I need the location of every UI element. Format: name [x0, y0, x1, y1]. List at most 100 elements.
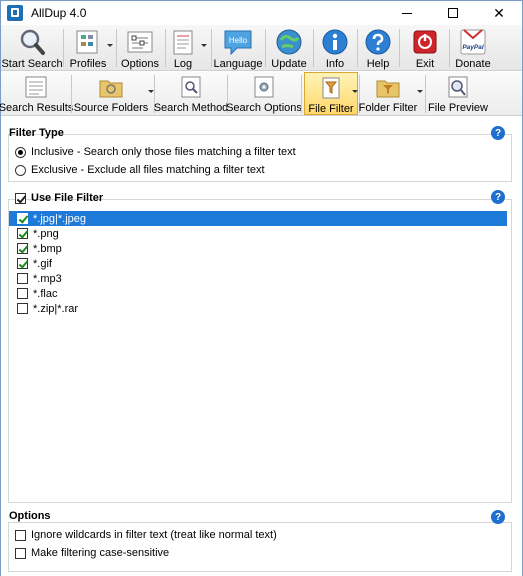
exclusive-radio[interactable]: [15, 164, 26, 176]
case-sensitive-label: Make filtering case-sensitive: [31, 547, 170, 559]
search-options-button[interactable]: Search Options: [226, 72, 302, 115]
filter-type-help-icon[interactable]: ?: [491, 126, 505, 140]
file-filter-icon: [318, 76, 344, 100]
log-dropdown-icon[interactable]: [201, 44, 207, 47]
exit-button[interactable]: Exit: [403, 25, 447, 71]
filter-item-label: *.mp3: [33, 272, 62, 285]
maximize-button[interactable]: [430, 1, 476, 25]
file-filter-panel: Filter Type ? Inclusive - Search only th…: [1, 117, 522, 576]
filter-item[interactable]: *.mp3: [9, 271, 507, 286]
update-button[interactable]: Update: [267, 25, 311, 71]
exclusive-radio-option[interactable]: Exclusive - Exclude all files matching a…: [15, 164, 265, 176]
filter-item-label: *.png: [33, 227, 59, 240]
profiles-button[interactable]: Profiles: [65, 25, 111, 71]
start-search-button[interactable]: Start Search: [1, 25, 63, 71]
close-button[interactable]: ✕: [476, 1, 522, 25]
inclusive-radio[interactable]: [15, 146, 26, 158]
search-results-button[interactable]: Search Results: [0, 72, 73, 115]
filter-item-label: *.gif: [33, 257, 52, 270]
title-bar: AllDup 4.0 ✕: [1, 1, 522, 25]
ignore-wildcards-label: Ignore wildcards in filter text (treat l…: [31, 529, 277, 541]
filter-item-checkbox[interactable]: [17, 273, 28, 284]
update-label: Update: [271, 58, 307, 70]
toolbar-divider: [425, 75, 426, 113]
inclusive-radio-option[interactable]: Inclusive - Search only those files matc…: [15, 146, 296, 158]
log-icon: [168, 28, 198, 56]
toolbar-divider: [301, 75, 302, 113]
filter-list: *.jpg|*.jpeg *.png *.bmp *.gif *.mp3 *.f…: [9, 211, 507, 316]
help-button[interactable]: Help: [359, 25, 397, 71]
toolbar-divider: [71, 75, 72, 113]
search-results-icon: [23, 75, 49, 99]
log-button[interactable]: Log: [167, 25, 199, 71]
options-button[interactable]: Options: [118, 25, 162, 71]
filter-type-title: Filter Type: [9, 127, 64, 139]
filter-item-checkbox[interactable]: [17, 303, 28, 314]
magnifier-icon: [17, 28, 47, 56]
toolbar-divider: [357, 29, 358, 67]
use-file-filter-label: Use File Filter: [31, 192, 104, 204]
main-toolbar: Start Search Profiles Options Log Hello …: [1, 25, 522, 71]
exit-label: Exit: [415, 58, 435, 70]
ignore-wildcards-checkbox[interactable]: [15, 529, 26, 541]
toolbar-divider: [211, 29, 212, 67]
file-filter-dropdown-icon[interactable]: [352, 90, 358, 93]
filter-item-checkbox[interactable]: [17, 228, 28, 239]
language-button[interactable]: Hello Language: [213, 25, 263, 71]
ignore-wildcards-option[interactable]: Ignore wildcards in filter text (treat l…: [15, 529, 277, 541]
file-filter-label: File Filter: [308, 103, 354, 115]
minimize-icon: [402, 12, 412, 14]
search-method-icon: [178, 75, 204, 99]
profiles-dropdown-icon[interactable]: [107, 44, 113, 47]
info-label: Info: [325, 58, 345, 70]
filter-item[interactable]: *.bmp: [9, 241, 507, 256]
toolbar-divider: [265, 29, 266, 67]
filter-item-checkbox[interactable]: [17, 213, 28, 224]
source-folders-button[interactable]: Source Folders: [73, 72, 149, 115]
filter-item-checkbox[interactable]: [17, 288, 28, 299]
help-label: Help: [366, 58, 390, 70]
file-filter-button[interactable]: File Filter: [304, 72, 358, 115]
info-icon: [320, 28, 350, 56]
file-preview-icon: [445, 75, 471, 99]
use-file-filter-option[interactable]: Use File Filter: [15, 192, 103, 204]
info-button[interactable]: Info: [315, 25, 355, 71]
toolbar-divider: [165, 29, 166, 67]
file-preview-button[interactable]: File Preview: [428, 72, 488, 115]
filter-item[interactable]: *.png: [9, 226, 507, 241]
filter-item[interactable]: *.flac: [9, 286, 507, 301]
options-title: Options: [9, 510, 51, 522]
filter-item[interactable]: *.zip|*.rar: [9, 301, 507, 316]
maximize-icon: [448, 8, 458, 18]
start-search-label: Start Search: [1, 58, 63, 70]
section-toolbar: Search Results Source Folders Search Met…: [0, 72, 522, 116]
filter-item-label: *.flac: [33, 287, 58, 300]
log-label: Log: [173, 58, 193, 70]
folder-filter-dropdown-icon[interactable]: [417, 90, 423, 93]
file-filter-help-icon[interactable]: ?: [491, 190, 505, 204]
case-sensitive-checkbox[interactable]: [15, 547, 26, 559]
language-icon: Hello: [223, 28, 253, 56]
exit-icon: [410, 28, 440, 56]
toolbar-divider: [449, 29, 450, 67]
case-sensitive-option[interactable]: Make filtering case-sensitive: [15, 547, 169, 559]
source-folders-icon: [98, 75, 124, 99]
filter-item-checkbox[interactable]: [17, 243, 28, 254]
minimize-button[interactable]: [384, 1, 430, 25]
donate-button[interactable]: PayPal Donate: [451, 25, 495, 71]
filter-item[interactable]: *.gif: [9, 256, 507, 271]
folder-filter-button[interactable]: Folder Filter: [359, 72, 417, 115]
options-help-icon[interactable]: ?: [491, 510, 505, 524]
language-label: Language: [213, 58, 263, 70]
search-method-label: Search Method: [153, 102, 229, 114]
source-folders-label: Source Folders: [73, 102, 149, 114]
filter-item-label: *.bmp: [33, 242, 62, 255]
use-file-filter-checkbox[interactable]: [15, 192, 26, 204]
update-icon: [274, 28, 304, 56]
profiles-label: Profiles: [69, 58, 107, 70]
filter-item[interactable]: *.jpg|*.jpeg: [9, 211, 507, 226]
filter-item-checkbox[interactable]: [17, 258, 28, 269]
search-method-button[interactable]: Search Method: [153, 72, 229, 115]
profiles-icon: [73, 28, 103, 56]
donate-label: Donate: [455, 58, 491, 70]
